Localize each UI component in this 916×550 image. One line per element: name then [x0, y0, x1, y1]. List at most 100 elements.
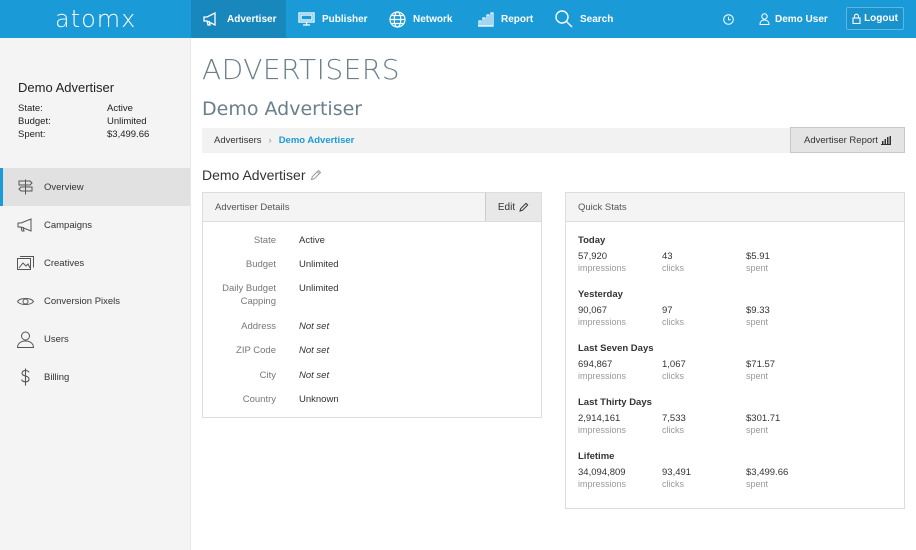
breadcrumb-current[interactable]: Demo Advertiser [279, 135, 355, 146]
user-name: Demo User [775, 13, 828, 25]
top-navbar: atomx Advertiser Publisher Network Repor… [0, 0, 916, 38]
pencil-icon[interactable] [310, 169, 322, 181]
sidebar-item-overview[interactable]: Overview [0, 168, 190, 206]
detail-value: Active [299, 235, 325, 246]
stat-clicks: 93,491 clicks [662, 467, 691, 489]
clock-button[interactable] [723, 0, 741, 38]
panel-header: Advertiser Details Edit [203, 193, 541, 222]
stats-group: Last Seven Days 694,867 impressions 1,067 cl… [578, 343, 898, 381]
sidebar-item-conversion-pixels[interactable]: Conversion Pixels [0, 282, 190, 320]
advertiser-details-panel: Advertiser Details Edit State Active Bud… [202, 192, 542, 418]
info-label: Budget: [18, 116, 51, 127]
sidebar-item-label: Creatives [44, 257, 85, 269]
stat-label: impressions [578, 479, 627, 489]
stat-value: $3,499.66 [746, 467, 789, 478]
nav-network[interactable]: Network [389, 0, 452, 38]
detail-value: Unlimited [299, 283, 339, 294]
nav-network-label: Network [413, 13, 453, 25]
stat-value: 694,867 [578, 359, 613, 370]
stats-group: Lifetime 34,094,809 impressions 93,491 click… [578, 451, 898, 489]
stat-label: spent [746, 263, 769, 273]
detail-label: City [259, 370, 276, 381]
stat-label: clicks [662, 263, 684, 273]
advertiser-report-button[interactable]: Advertiser Report [790, 127, 905, 153]
info-label: State: [18, 103, 43, 114]
detail-value: Not set [299, 345, 330, 356]
nav-report-label: Report [501, 13, 534, 25]
nav-publisher[interactable]: Publisher [298, 0, 368, 38]
stat-clicks: 7,533 clicks [662, 413, 686, 435]
stat-value: 57,920 [578, 251, 608, 262]
sidebar-item-users[interactable]: Users [0, 320, 190, 358]
detail-label: Address [241, 321, 276, 332]
stat-label: spent [746, 425, 769, 435]
sidebar-info-spent: Spent: $3,499.66 [18, 129, 149, 140]
nav-publisher-label: Publisher [322, 13, 368, 25]
sidebar-item-campaigns[interactable]: Campaigns [0, 206, 190, 244]
stats-group-title: Last Thirty Days [578, 397, 652, 408]
search-icon [555, 10, 573, 28]
stat-value: $71.57 [746, 359, 776, 370]
megaphone-icon [17, 218, 32, 232]
stat-value: 7,533 [662, 413, 686, 424]
detail-value: Not set [299, 370, 330, 381]
stat-label: impressions [578, 263, 627, 273]
stat-spent: $71.57 spent [746, 359, 775, 381]
bar-chart-icon [478, 11, 494, 27]
quick-stats-panel: Quick Stats Today 57,920 impressions 43 clic… [565, 192, 905, 509]
stat-value: 43 [662, 251, 673, 262]
stat-spent: $3,499.66 spent [746, 467, 788, 489]
sidebar-item-label: Users [44, 333, 69, 345]
monitor-icon [298, 12, 315, 26]
pencil-icon [519, 202, 529, 212]
detail-label: Budget [245, 259, 276, 270]
stat-impressions: 34,094,809 impressions [578, 467, 626, 489]
stat-label: impressions [578, 371, 627, 381]
stat-value: 1,067 [662, 359, 686, 370]
detail-label: State [253, 235, 276, 246]
sidebar-title: Demo Advertiser [18, 80, 115, 95]
user-icon [17, 331, 34, 348]
stat-spent: $301.71 spent [746, 413, 780, 435]
edit-label: Edit [497, 201, 516, 213]
stat-spent: $9.33 spent [746, 305, 770, 327]
stat-value: 97 [662, 305, 673, 316]
detail-label: Daily Budget Capping [222, 283, 276, 307]
sidebar-item-label: Campaigns [44, 219, 93, 231]
stats-group-title: Yesterday [578, 289, 623, 300]
stat-clicks: 97 clicks [662, 305, 684, 327]
stat-value: 34,094,809 [578, 467, 626, 478]
nav-report[interactable]: Report [477, 0, 533, 38]
globe-icon [389, 10, 406, 28]
nav-search[interactable]: Search [555, 0, 613, 38]
breadcrumb-link[interactable]: Advertisers [214, 135, 262, 146]
stat-label: clicks [662, 317, 684, 327]
sidebar-item-label: Conversion Pixels [44, 295, 121, 307]
detail-label: Country [242, 394, 276, 405]
stats-group-title: Last Seven Days [578, 343, 654, 354]
bar-chart-icon [880, 135, 891, 145]
stat-label: spent [746, 317, 769, 327]
panel-title: Quick Stats [578, 201, 627, 213]
detail-value: Not set [299, 321, 330, 332]
stat-label: impressions [578, 317, 627, 327]
detail-value: Unlimited [299, 259, 339, 270]
stat-value: $9.33 [746, 305, 770, 316]
edit-button[interactable]: Edit [485, 193, 541, 221]
logout-button[interactable]: Logout [846, 7, 904, 30]
sidebar-item-creatives[interactable]: Creatives [0, 244, 190, 282]
stat-impressions: 90,067 impressions [578, 305, 626, 327]
sidebar: Demo Advertiser State: Active Budget: Un… [0, 38, 191, 550]
logo[interactable]: atomx [55, 5, 136, 33]
clock-icon [723, 13, 734, 25]
stat-spent: $5.91 spent [746, 251, 770, 273]
stats-group-title: Lifetime [578, 451, 615, 462]
lock-icon [852, 13, 861, 24]
stat-impressions: 694,867 impressions [578, 359, 626, 381]
nav-advertiser[interactable]: Advertiser [191, 0, 286, 38]
sidebar-item-billing[interactable]: Billing [0, 358, 190, 396]
stat-impressions: 57,920 impressions [578, 251, 626, 273]
user-menu[interactable]: Demo User [759, 0, 828, 38]
stat-label: spent [746, 479, 769, 489]
stat-impressions: 2,914,161 impressions [578, 413, 626, 435]
